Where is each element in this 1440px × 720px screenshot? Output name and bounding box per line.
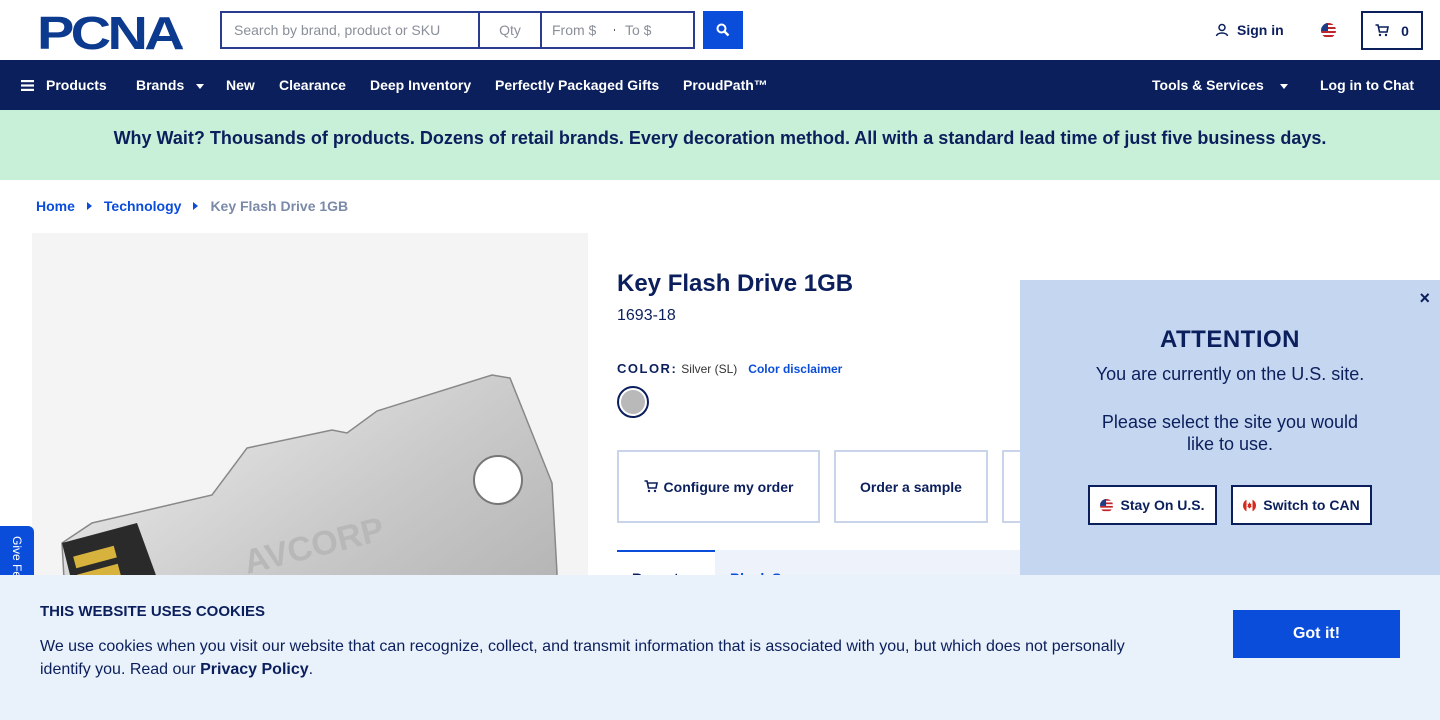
breadcrumb-home[interactable]: Home [36, 198, 75, 214]
qty-input[interactable] [478, 11, 540, 49]
svg-text:PCNA: PCNA [37, 12, 183, 52]
chevron-down-icon [196, 83, 205, 89]
search-button[interactable] [703, 11, 743, 49]
price-range-dash [614, 29, 615, 31]
pcna-logo[interactable]: PCNA ™ [37, 12, 187, 52]
nav-chat-label: Log in to Chat [1320, 77, 1415, 93]
order-sample-button[interactable]: Order a sample [834, 450, 988, 523]
switch-can-label: Switch to CAN [1263, 497, 1360, 513]
color-value: Silver (SL) [681, 362, 738, 376]
configure-order-button[interactable]: Configure my order [617, 450, 820, 523]
order-sample-label: Order a sample [860, 478, 962, 495]
cart-button[interactable]: 0 [1361, 11, 1423, 50]
cookie-title: THIS WEBSITE USES COOKIES [40, 603, 266, 620]
modal-select-text: Please select the site you would like to… [1101, 412, 1359, 454]
nav-chat-login[interactable]: Log in to Chat [1320, 60, 1414, 110]
nav-products[interactable]: Products [21, 60, 107, 110]
modal-title: ATTENTION [1159, 326, 1301, 353]
price-from-input[interactable] [552, 22, 610, 38]
breadcrumb-category[interactable]: Technology [104, 198, 182, 214]
cookie-banner: THIS WEBSITE USES COOKIES We use cookies… [0, 575, 1440, 720]
canada-flag-icon [1243, 498, 1257, 512]
nav-deep-inventory[interactable]: Deep Inventory [370, 60, 471, 110]
stay-us-button[interactable]: Stay On U.S. [1088, 485, 1217, 525]
user-icon [1215, 23, 1229, 37]
promo-banner: Why Wait? Thousands of products. Dozens … [0, 110, 1440, 180]
configure-order-label: Configure my order [663, 478, 794, 495]
sign-in-link[interactable]: Sign in [1215, 22, 1284, 38]
privacy-policy-link[interactable]: Privacy Policy [200, 661, 309, 678]
feedback-label: Give Fe [10, 536, 24, 579]
color-swatch-silver[interactable] [617, 386, 649, 418]
accept-cookies-button[interactable]: Got it! [1233, 610, 1400, 658]
menu-icon [21, 79, 34, 91]
nav-packaged-gifts[interactable]: Perfectly Packaged Gifts [495, 60, 659, 110]
nav-brands[interactable]: Brands [136, 60, 205, 110]
cookie-text: We use cookies when you visit our websit… [40, 635, 1140, 681]
chevron-down-icon [1279, 83, 1288, 89]
breadcrumb-arrow-icon [86, 202, 92, 210]
search-input[interactable] [220, 11, 478, 49]
nav-proudpath-label: ProudPath™ [683, 77, 768, 93]
close-icon[interactable]: × [1419, 288, 1430, 309]
breadcrumb-current: Key Flash Drive 1GB [210, 198, 349, 214]
switch-can-button[interactable]: Switch to CAN [1231, 485, 1372, 525]
color-swatch-fill [621, 390, 645, 414]
promo-banner-text: Why Wait? Thousands of products. Dozens … [113, 127, 1327, 148]
nav-brands-label: Brands [136, 77, 185, 93]
nav-clearance-label: Clearance [279, 77, 346, 93]
price-to-input[interactable] [625, 22, 683, 38]
nav-packaged-gifts-label: Perfectly Packaged Gifts [495, 77, 660, 93]
color-disclaimer-link[interactable]: Color disclaimer [748, 362, 842, 376]
nav-proudpath[interactable]: ProudPath™ [683, 60, 768, 110]
nav-deep-inventory-label: Deep Inventory [370, 77, 472, 93]
product-sku: 1693-18 [617, 307, 676, 324]
cart-icon [1375, 24, 1390, 37]
search-icon [716, 23, 730, 37]
modal-current-site-text: You are currently on the U.S. site. [1095, 364, 1365, 384]
color-row: COLOR: Silver (SL) Color disclaimer [617, 361, 842, 376]
site-header: PCNA ™ Sign in 0 [0, 0, 1440, 60]
stay-us-label: Stay On U.S. [1120, 497, 1205, 513]
nav-new[interactable]: New [226, 60, 255, 110]
nav-tools-services[interactable]: Tools & Services [1152, 60, 1288, 110]
main-nav: Products Brands New Clearance Deep Inven… [0, 60, 1440, 110]
cart-icon [644, 480, 658, 493]
breadcrumb-arrow-icon [193, 202, 199, 210]
search-bar [220, 11, 695, 49]
breadcrumb: Home Technology Key Flash Drive 1GB [36, 198, 348, 214]
nav-new-label: New [226, 77, 255, 93]
site-select-modal: × ATTENTION You are currently on the U.S… [1020, 280, 1440, 580]
nav-clearance[interactable]: Clearance [279, 60, 346, 110]
cart-count: 0 [1401, 22, 1409, 39]
product-title: Key Flash Drive 1GB [617, 270, 854, 297]
nav-products-label: Products [46, 77, 107, 93]
nav-tools-label: Tools & Services [1152, 77, 1264, 93]
us-flag-icon [1100, 498, 1114, 512]
cookie-text-end: . [308, 661, 314, 678]
us-flag-icon[interactable] [1321, 23, 1336, 38]
sign-in-label: Sign in [1237, 22, 1284, 38]
color-label: COLOR: [617, 361, 678, 376]
svg-text:™: ™ [177, 45, 183, 52]
price-range [540, 11, 695, 49]
